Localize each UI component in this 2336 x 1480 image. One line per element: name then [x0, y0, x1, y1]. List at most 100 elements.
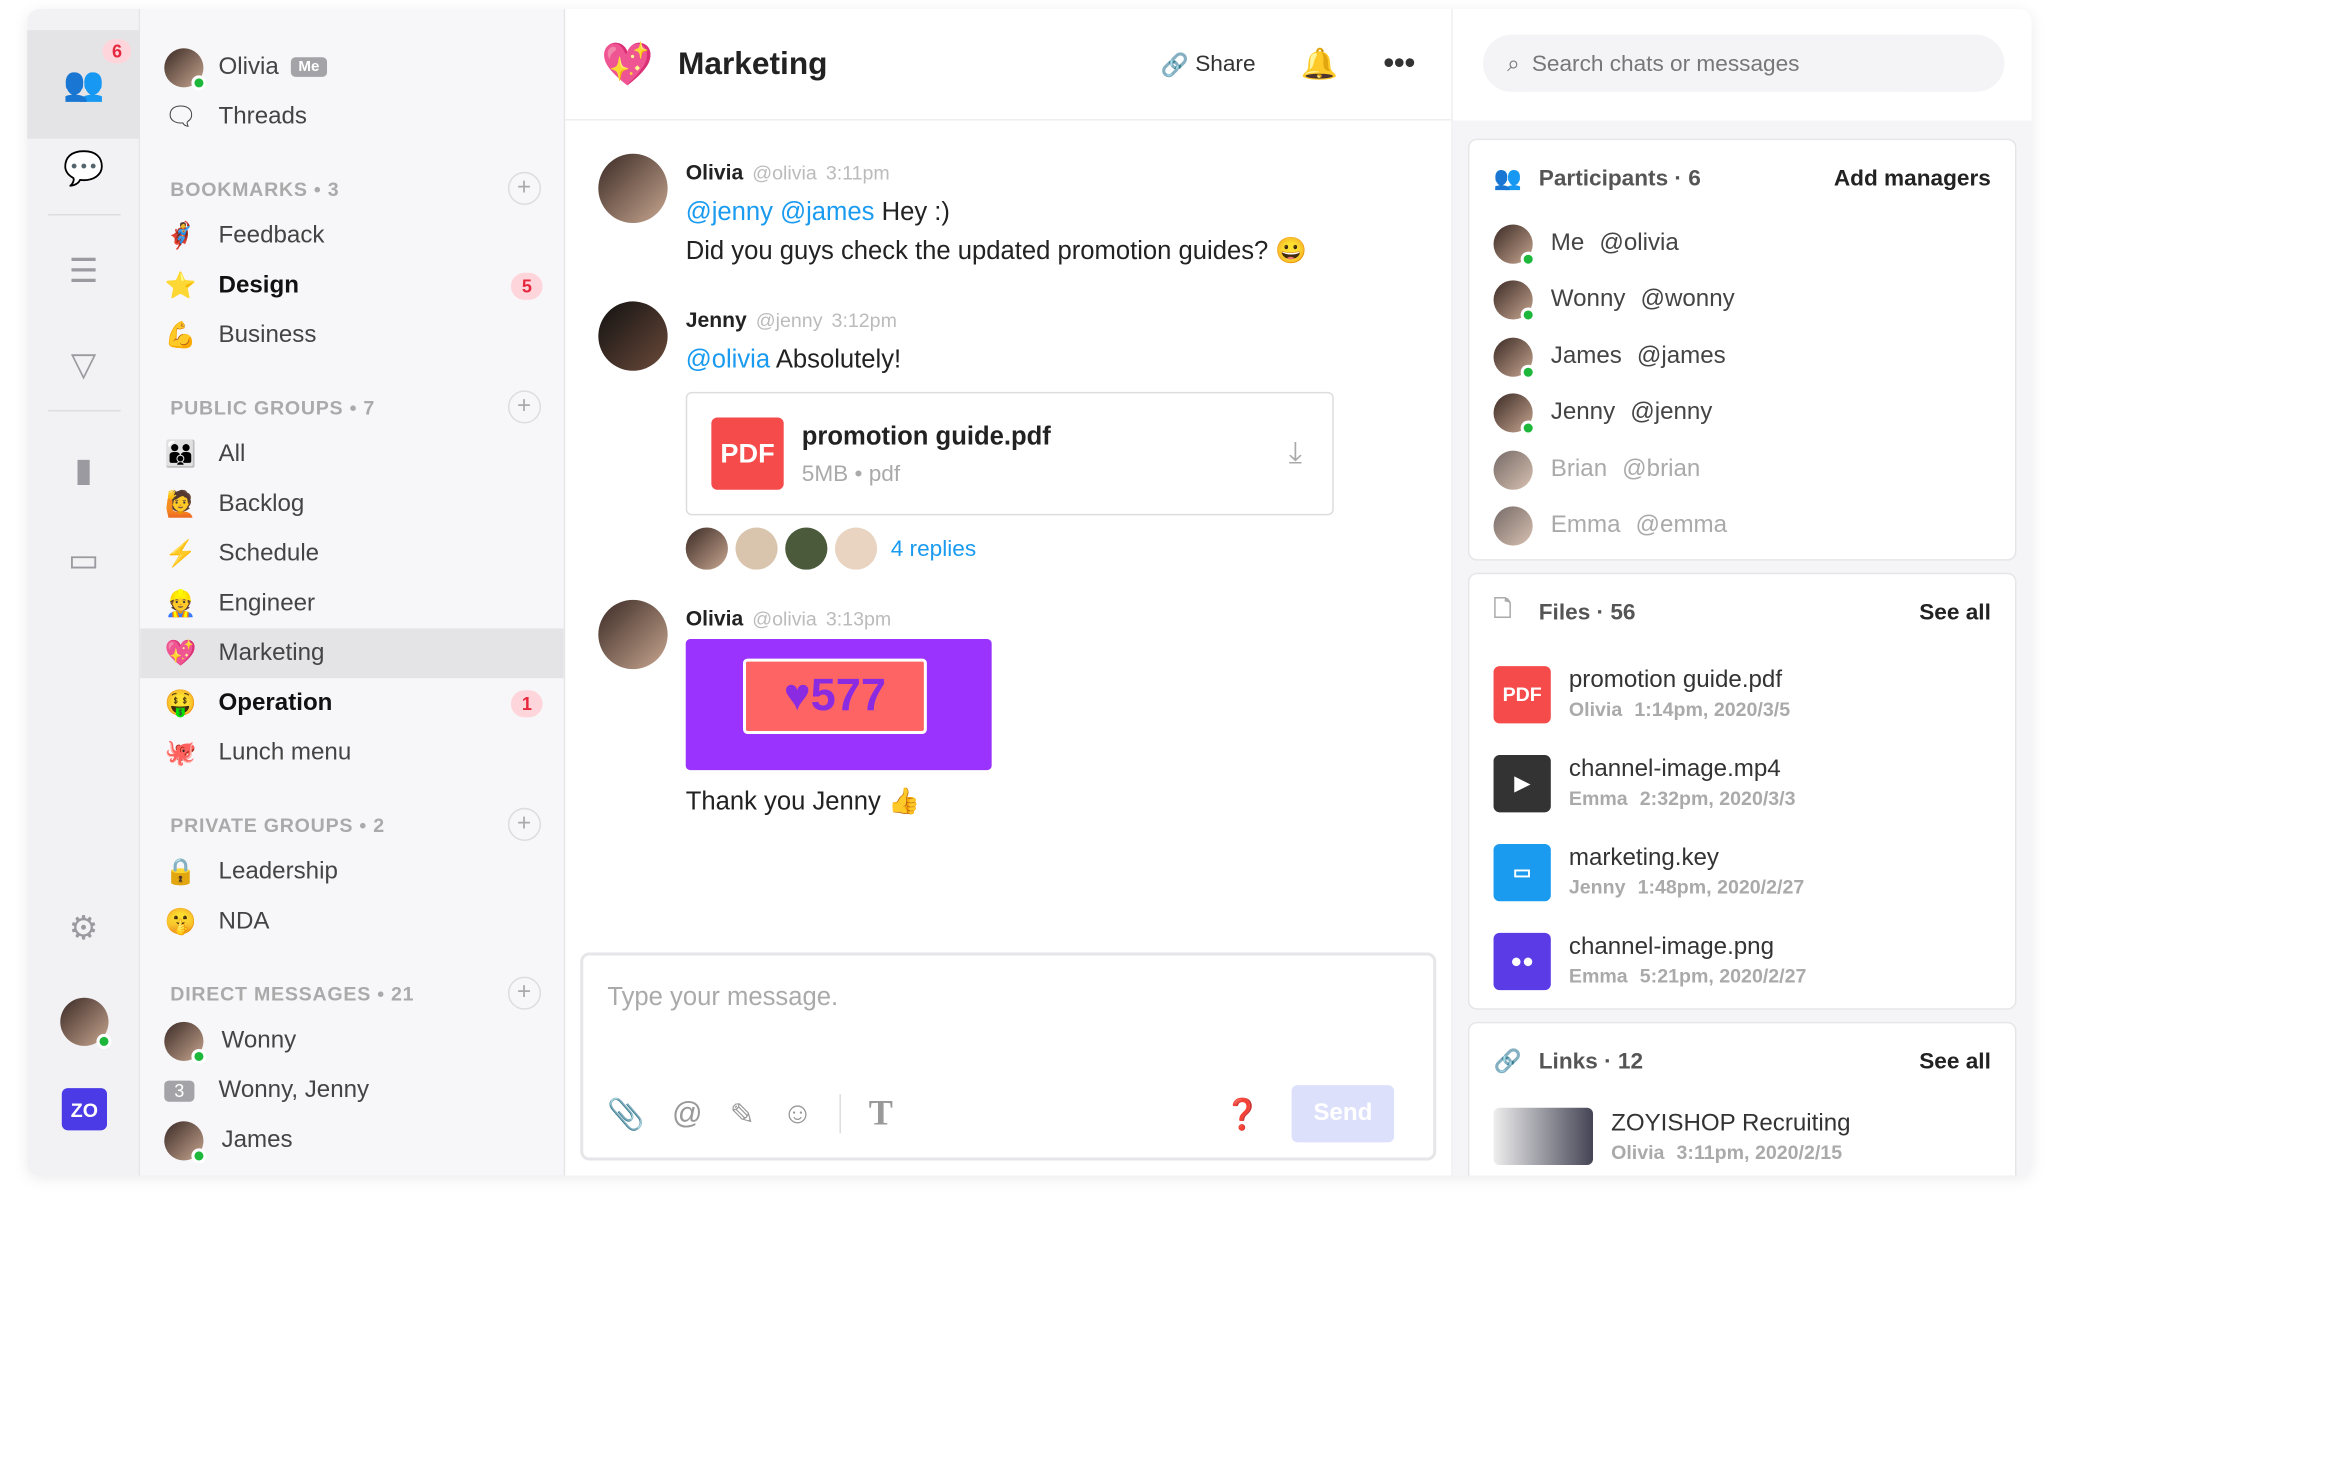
avatar	[1493, 280, 1536, 323]
chat-pane: 💖 Marketing 🔗 Share 🔔 ••• Olivia @olivia 3…	[565, 9, 1453, 1176]
replies-link[interactable]: 4 replies	[891, 536, 976, 562]
list-icon[interactable]: ☰	[27, 238, 140, 304]
avatar	[1493, 393, 1536, 436]
thread-replies[interactable]: 4 replies	[685, 527, 1334, 570]
bell-icon[interactable]: 🔔	[1301, 45, 1339, 83]
channel-emoji: 🔒	[164, 856, 197, 886]
help-icon[interactable]: ❓	[1224, 1095, 1262, 1133]
attach-icon[interactable]: 📎	[607, 1095, 645, 1133]
participant[interactable]: Emma @emma	[1493, 498, 1991, 555]
download-icon[interactable]: ⤓	[1289, 436, 1302, 471]
sidebar-item[interactable]: Wonny	[140, 1016, 563, 1066]
group-count: 3	[164, 1079, 195, 1101]
participant[interactable]: Jenny @jenny	[1493, 385, 1991, 442]
sidebar-item[interactable]: 💖 Marketing	[140, 628, 564, 679]
search-bar[interactable]: ⌕	[1482, 34, 2005, 92]
file-item[interactable]: PDF promotion guide.pdf Olivia 1:14pm, 2020…	[1493, 650, 1991, 739]
sidebar-item[interactable]: 🐙 Lunch menu	[140, 728, 563, 778]
sidebar-item[interactable]: ⚡ Schedule	[140, 529, 563, 579]
channel-emoji: 🤑	[164, 687, 197, 717]
bot-icon[interactable]: ▭	[27, 527, 140, 593]
bar-chart-icon[interactable]: ▮	[27, 437, 140, 503]
participant[interactable]: Wonny @wonny	[1493, 272, 1991, 329]
video-file-icon: ▶	[1493, 754, 1551, 812]
sidebar-item[interactable]: 🙋 Backlog	[140, 479, 563, 529]
pdf-icon: PDF	[711, 417, 784, 490]
channel-emoji: ⭐	[164, 270, 197, 300]
send-icon[interactable]: ▽	[27, 332, 140, 398]
sidebar-item[interactable]: 🔒 Leadership	[140, 847, 563, 897]
channel-emoji: 👷	[164, 588, 197, 618]
add-icon[interactable]: +	[507, 976, 542, 1010]
message-input[interactable]	[607, 982, 1373, 1013]
sidebar-item[interactable]: 3 Wonny, Jenny	[140, 1066, 563, 1116]
mention-icon[interactable]: @	[672, 1096, 703, 1131]
participant[interactable]: James @james	[1493, 329, 1991, 386]
avatar	[1493, 337, 1536, 380]
unread-badge: 5	[511, 272, 543, 300]
unread-badge: 6	[102, 39, 132, 64]
profile-avatar[interactable]	[27, 989, 140, 1055]
people-icon[interactable]: 👥 6	[27, 30, 141, 139]
channel-emoji: 🦸	[164, 220, 197, 250]
sidebar-item[interactable]: 🤫 NDA	[140, 897, 563, 947]
channel-sidebar: Olivia Me 🗨 Threads BOOKMARKS • 3 + 🦸 Feedbac…	[140, 9, 566, 1176]
channel-emoji: 🤫	[164, 906, 197, 936]
more-icon[interactable]: •••	[1383, 47, 1415, 82]
file-item[interactable]: ●● channel-image.png Emma 5:21pm, 2020/2/27	[1493, 916, 1991, 1005]
share-button[interactable]: 🔗 Share	[1161, 50, 1256, 77]
sidebar-item[interactable]: 🦸 Feedback	[140, 211, 563, 261]
gear-icon[interactable]: ⚙	[27, 895, 140, 961]
sidebar-item[interactable]: ⭐ Design 5	[140, 261, 563, 311]
sidebar-item-threads[interactable]: 🗨 Threads	[140, 92, 563, 142]
sidebar-item[interactable]: 🤑 Operation 1	[140, 678, 563, 728]
link-icon: 🔗	[1493, 1048, 1522, 1075]
image-file-icon: ●●	[1493, 932, 1551, 990]
people-icon: 👥	[1493, 165, 1522, 192]
avatar	[1493, 450, 1533, 490]
message-composer: 📎 @ ✎ ☺ T ❓ Send	[580, 952, 1437, 1161]
see-all-files-button[interactable]: See all	[1919, 599, 1991, 625]
file-attachment[interactable]: PDF promotion guide.pdf 5MB • pdf ⤓	[685, 391, 1334, 516]
sidebar-item[interactable]: 👪 All	[140, 430, 563, 480]
file-item[interactable]: ▭ marketing.key Jenny 1:48pm, 2020/2/27	[1493, 827, 1991, 916]
add-icon[interactable]: +	[507, 807, 542, 841]
file-item[interactable]: ▶ channel-image.mp4 Emma 2:32pm, 2020/3/3	[1493, 738, 1991, 827]
channel-emoji: 👪	[164, 439, 197, 468]
image-attachment[interactable]: ♥577	[685, 639, 992, 771]
see-all-links-button[interactable]: See all	[1919, 1048, 1991, 1074]
mention-link[interactable]: @olivia	[686, 345, 770, 374]
sidebar-item[interactable]: James	[140, 1115, 563, 1165]
sidebar-item[interactable]: 💪 Business	[140, 310, 563, 360]
channel-title: Marketing	[678, 45, 828, 81]
sidebar-item[interactable]: 👷 Engineer	[140, 579, 563, 629]
section-header-dms: DIRECT MESSAGES • 21 +	[140, 971, 563, 1016]
link-thumbnail	[1493, 1107, 1594, 1165]
add-managers-button[interactable]: Add managers	[1834, 165, 1991, 191]
mention-link[interactable]: @jenny @james	[686, 197, 875, 226]
file-icon: 🗋	[1493, 596, 1512, 622]
participant[interactable]: Me @olivia	[1493, 216, 1991, 273]
link-icon: 🔗	[1160, 51, 1196, 78]
section-header-public: PUBLIC GROUPS • 7 +	[140, 384, 563, 429]
threads-icon: 🗨	[164, 101, 198, 131]
add-icon[interactable]: +	[507, 390, 542, 424]
send-button[interactable]: Send	[1291, 1085, 1395, 1143]
channel-emoji: ⚡	[164, 538, 197, 568]
search-input[interactable]	[1531, 50, 1969, 77]
files-card: 🗋 Files · 56 See all PDF promotion guide.pd…	[1467, 572, 2017, 1010]
pdf-file-icon: PDF	[1493, 665, 1551, 723]
chat-bubble-icon[interactable]: 💬	[27, 136, 140, 202]
unread-badge: 1	[511, 689, 543, 717]
emoji-icon[interactable]: ☺	[782, 1096, 813, 1131]
channel-emoji: 💖	[601, 40, 654, 88]
current-user[interactable]: Olivia Me	[140, 42, 563, 92]
me-tag: Me	[290, 57, 327, 77]
add-icon[interactable]: +	[507, 171, 542, 205]
note-icon[interactable]: ✎	[730, 1095, 755, 1133]
participants-card: 👥 Participants · 6 Add managers Me @olivia W…	[1467, 138, 2017, 561]
participant[interactable]: Brian @brian	[1493, 442, 1991, 499]
link-item[interactable]: ZOYISHOP Recruiting Olivia 3:11pm, 2020/2/…	[1493, 1099, 1991, 1174]
text-format-icon[interactable]: T	[869, 1093, 893, 1134]
section-header-bookmarks: BOOKMARKS • 3 +	[140, 166, 563, 211]
